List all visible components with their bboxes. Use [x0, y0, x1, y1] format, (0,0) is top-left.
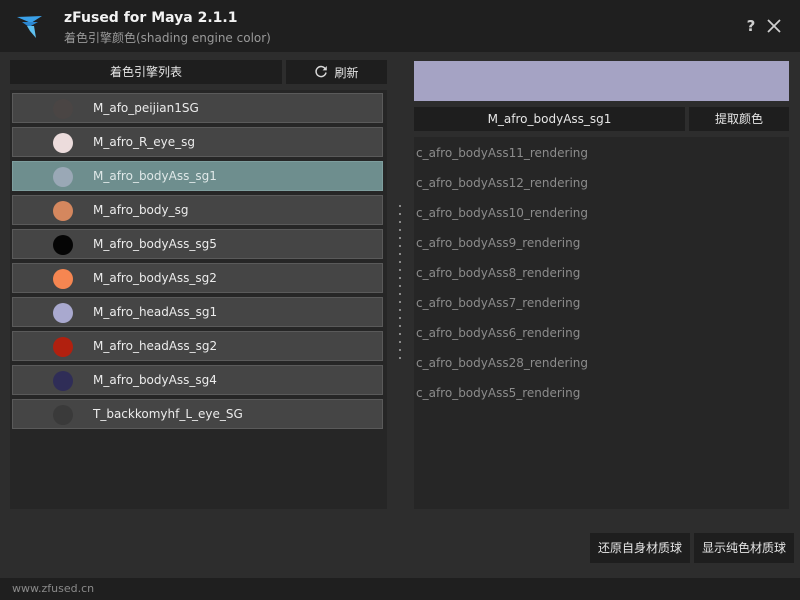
title-bar: zFused for Maya 2.1.1 着色引擎颜色(shading eng… — [0, 0, 800, 52]
close-icon[interactable] — [764, 16, 784, 36]
color-swatch — [53, 201, 73, 221]
color-preview — [414, 61, 789, 101]
list-item-label: M_afro_bodyAss_sg4 — [93, 373, 217, 387]
list-item-label: M_afro_headAss_sg2 — [93, 339, 218, 353]
refresh-label: 刷新 — [334, 65, 359, 80]
app-subtitle: 着色引擎颜色(shading engine color) — [64, 31, 271, 45]
list-item[interactable]: M_afro_R_eye_sg — [12, 127, 383, 157]
object-list[interactable]: c_afro_bodyAss11_rendering c_afro_bodyAss… — [414, 137, 789, 509]
help-button[interactable]: ? — [741, 16, 761, 36]
show-solid-color-material-button[interactable]: 显示纯色材质球 — [694, 533, 794, 563]
color-swatch — [53, 133, 73, 153]
splitter-dot — [399, 349, 401, 351]
restore-material-button[interactable]: 还原自身材质球 — [590, 533, 690, 563]
splitter-dot — [399, 301, 401, 303]
splitter-dot — [399, 341, 401, 343]
list-item[interactable]: M_afro_bodyAss_sg4 — [12, 365, 383, 395]
splitter-dot — [399, 245, 401, 247]
list-item[interactable]: M_afro_bodyAss_sg5 — [12, 229, 383, 259]
object-list-item[interactable]: c_afro_bodyAss28_rendering — [416, 348, 588, 378]
object-list-item[interactable]: c_afro_bodyAss7_rendering — [416, 288, 580, 318]
list-item[interactable]: M_afro_headAss_sg1 — [12, 297, 383, 327]
color-swatch — [53, 235, 73, 255]
color-swatch — [53, 405, 73, 425]
splitter-dot — [399, 325, 401, 327]
splitter-dot — [399, 261, 401, 263]
color-swatch — [53, 371, 73, 391]
app-title: zFused for Maya 2.1.1 — [64, 10, 238, 26]
refresh-button[interactable]: 刷新 — [286, 60, 387, 84]
splitter-dot — [399, 269, 401, 271]
splitter-dot — [399, 333, 401, 335]
selected-shading-engine-name: M_afro_bodyAss_sg1 — [414, 107, 685, 131]
list-item[interactable]: M_afro_headAss_sg2 — [12, 331, 383, 361]
splitter-dot — [399, 285, 401, 287]
object-list-item[interactable]: c_afro_bodyAss10_rendering — [416, 198, 588, 228]
splitter-dot — [399, 237, 401, 239]
list-item[interactable]: M_afo_peijian1SG — [12, 93, 383, 123]
splitter-dot — [399, 205, 401, 207]
shading-engine-panel: 着色引擎列表 刷新 M_afo_peijian1SG M_afro_R_eye_s… — [10, 60, 387, 509]
splitter-dot — [399, 253, 401, 255]
list-item[interactable]: M_afro_bodyAss_sg2 — [12, 263, 383, 293]
color-swatch — [53, 337, 73, 357]
object-list-item[interactable]: c_afro_bodyAss12_rendering — [416, 168, 588, 198]
zfused-logo-icon — [17, 16, 42, 38]
splitter-dot — [399, 277, 401, 279]
splitter-dot — [399, 357, 401, 359]
color-swatch — [53, 303, 73, 323]
list-item-label: M_afro_bodyAss_sg1 — [93, 169, 217, 183]
color-swatch — [53, 269, 73, 289]
list-item[interactable]: M_afro_bodyAss_sg1 — [12, 161, 383, 191]
list-item[interactable]: M_afro_body_sg — [12, 195, 383, 225]
object-list-item[interactable]: c_afro_bodyAss8_rendering — [416, 258, 580, 288]
object-list-item[interactable]: c_afro_bodyAss5_rendering — [416, 378, 580, 408]
splitter-dot — [399, 293, 401, 295]
shading-engine-list[interactable]: M_afo_peijian1SG M_afro_R_eye_sg M_afro_bo… — [10, 90, 387, 509]
shading-engine-list-header: 着色引擎列表 — [10, 60, 282, 84]
list-item-label: M_afro_body_sg — [93, 203, 189, 217]
list-item-label: M_afo_peijian1SG — [93, 101, 199, 115]
color-swatch — [53, 99, 73, 119]
list-item-label: M_afro_bodyAss_sg2 — [93, 271, 217, 285]
object-list-item[interactable]: c_afro_bodyAss6_rendering — [416, 318, 580, 348]
splitter-dot — [399, 317, 401, 319]
footer-bar: www.zfused.cn — [0, 578, 800, 600]
footer-url: www.zfused.cn — [12, 582, 95, 595]
splitter-dot — [399, 309, 401, 311]
panel-splitter[interactable] — [398, 205, 402, 360]
list-item[interactable]: T_backkomyhf_L_eye_SG — [12, 399, 383, 429]
object-list-item[interactable]: c_afro_bodyAss9_rendering — [416, 228, 580, 258]
object-list-item[interactable]: c_afro_bodyAss11_rendering — [416, 138, 588, 168]
list-item-label: M_afro_R_eye_sg — [93, 135, 196, 149]
splitter-dot — [399, 221, 401, 223]
splitter-dot — [399, 229, 401, 231]
refresh-icon — [315, 65, 328, 78]
pick-color-button[interactable]: 提取颜色 — [689, 107, 789, 131]
list-item-label: M_afro_bodyAss_sg5 — [93, 237, 217, 251]
list-item-label: T_backkomyhf_L_eye_SG — [93, 407, 243, 421]
splitter-dot — [399, 213, 401, 215]
color-swatch — [53, 167, 73, 187]
list-item-label: M_afro_headAss_sg1 — [93, 305, 218, 319]
